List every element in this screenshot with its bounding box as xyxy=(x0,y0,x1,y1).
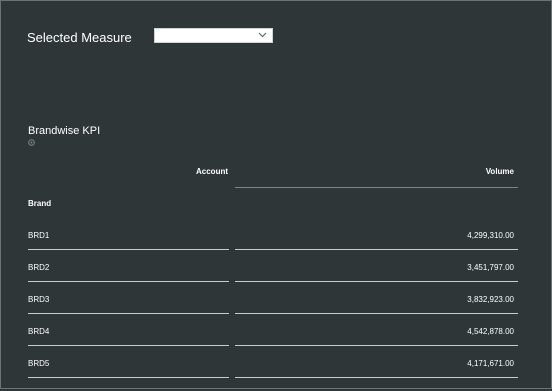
row-brand-label: BRD4 xyxy=(28,327,50,336)
row-brand-label: BRD2 xyxy=(28,263,50,272)
row-volume-value: 4,542,878.00 xyxy=(467,327,514,336)
row-group-label: Brand xyxy=(28,199,52,208)
dashboard-panel: Selected Measure Brandwise KPI Account V… xyxy=(0,0,552,389)
table-row[interactable]: BRD4 4,542,878.00 xyxy=(28,327,518,359)
column-header-volume[interactable]: Volume xyxy=(235,167,514,176)
row-divider xyxy=(28,281,229,282)
row-volume-value: 4,171,671.00 xyxy=(467,359,514,368)
info-icon[interactable] xyxy=(28,139,35,146)
measure-dropdown[interactable] xyxy=(154,28,273,43)
row-divider xyxy=(28,313,229,314)
row-volume-value: 3,832,923.00 xyxy=(467,295,514,304)
table-row[interactable]: BRD5 4,171,671.00 xyxy=(28,359,518,391)
row-divider xyxy=(235,377,518,378)
table-row[interactable]: BRD1 4,299,310.00 xyxy=(28,231,518,263)
row-brand-label: BRD3 xyxy=(28,295,50,304)
row-divider xyxy=(28,345,229,346)
table-row[interactable]: BRD2 3,451,797.00 xyxy=(28,263,518,295)
row-divider xyxy=(28,377,229,378)
row-divider xyxy=(235,345,518,346)
header-divider xyxy=(235,187,518,188)
widget-title: Brandwise KPI xyxy=(28,125,101,137)
row-divider xyxy=(235,281,518,282)
table-row[interactable]: BRD3 3,832,923.00 xyxy=(28,295,518,327)
row-volume-value: 4,299,310.00 xyxy=(467,231,514,240)
chevron-down-icon xyxy=(258,32,267,38)
row-volume-value: 3,451,797.00 xyxy=(467,263,514,272)
row-divider xyxy=(28,249,229,250)
row-brand-label: BRD1 xyxy=(28,231,50,240)
row-divider xyxy=(235,249,518,250)
row-divider xyxy=(235,313,518,314)
selected-measure-label: Selected Measure xyxy=(27,30,132,45)
row-brand-label: BRD5 xyxy=(28,359,50,368)
column-header-account[interactable]: Account xyxy=(28,167,228,176)
